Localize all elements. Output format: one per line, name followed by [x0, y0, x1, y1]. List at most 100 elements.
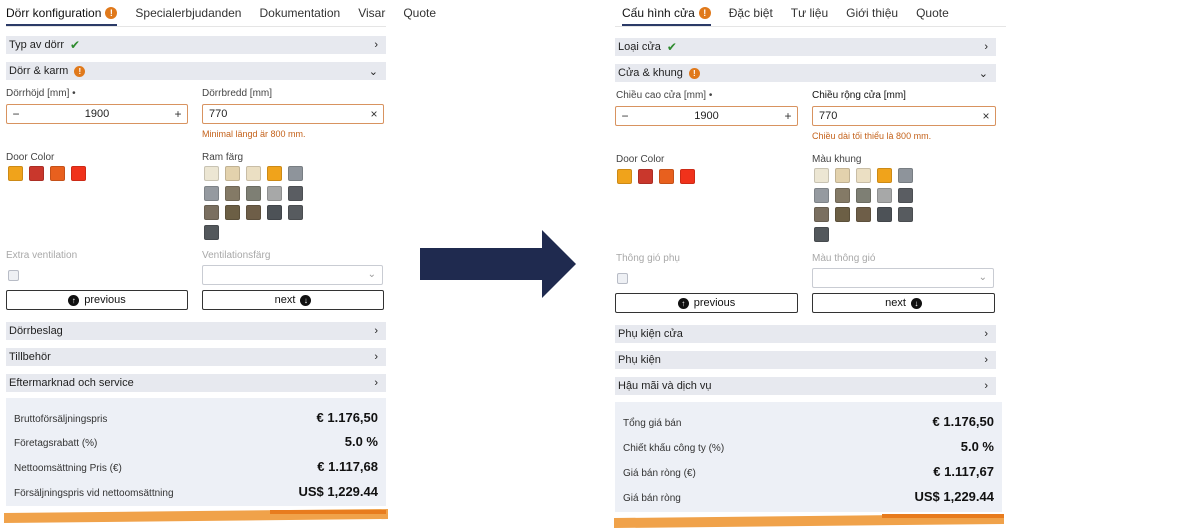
color-swatch[interactable] [877, 207, 892, 222]
color-swatch[interactable] [246, 185, 261, 201]
color-swatch[interactable] [246, 166, 261, 181]
color-swatch[interactable] [225, 205, 240, 220]
color-swatch[interactable] [267, 166, 282, 181]
color-swatch[interactable] [288, 185, 303, 201]
door-height-value[interactable]: 1900 [25, 108, 169, 120]
extra-ventilation-checkbox[interactable] [8, 270, 19, 281]
color-swatch[interactable] [617, 169, 632, 184]
next-label: next [885, 297, 906, 309]
previous-button[interactable]: ↑ previous [615, 293, 798, 313]
summary-value: 5.0 % [344, 434, 378, 449]
door-height-value[interactable]: 1900 [634, 110, 779, 122]
color-swatch[interactable] [814, 226, 829, 242]
color-swatch[interactable] [50, 166, 65, 181]
color-swatch[interactable] [267, 205, 282, 220]
tab-special-offers[interactable]: Đặc biệt [729, 6, 773, 20]
color-swatch[interactable] [659, 169, 674, 184]
door-width-value[interactable]: 770 [203, 108, 365, 120]
clear-icon[interactable]: × [977, 109, 995, 123]
door-height-stepper[interactable]: − 1900 + [6, 104, 188, 124]
section-label: Dörr & karm [9, 65, 69, 77]
section-door-frame[interactable]: Cửa & khung ! ⌄ [615, 64, 996, 82]
door-width-hint: Chiều dài tối thiểu là 800 mm. [812, 131, 932, 141]
section-label: Phụ kiện cửa [618, 328, 683, 340]
check-icon: ✔ [666, 40, 677, 54]
color-swatch[interactable] [204, 166, 219, 181]
next-button[interactable]: next ↓ [812, 293, 995, 313]
tab-showcase[interactable]: Visar [358, 6, 385, 20]
warning-icon: ! [698, 7, 711, 19]
previous-button[interactable]: ↑ previous [6, 290, 188, 310]
color-swatch[interactable] [225, 185, 240, 201]
color-swatch[interactable] [856, 187, 871, 203]
tab-showcase[interactable]: Giới thiệu [846, 6, 898, 20]
door-width-field[interactable]: 770 × [202, 104, 384, 124]
tab-quote[interactable]: Quote [916, 6, 949, 20]
color-swatch[interactable] [898, 168, 913, 183]
color-swatch[interactable] [877, 168, 892, 183]
extra-ventilation-checkbox[interactable] [617, 273, 628, 284]
color-swatch[interactable] [877, 187, 892, 203]
chevron-down-icon: ⌄ [978, 272, 987, 283]
color-swatch[interactable] [29, 166, 44, 181]
ventilation-color-select[interactable]: ⌄ [202, 265, 383, 285]
color-swatch[interactable] [814, 187, 829, 203]
decrement-button[interactable]: − [616, 109, 634, 123]
previous-label: previous [693, 297, 736, 309]
color-swatch[interactable] [835, 207, 850, 222]
color-swatch[interactable] [898, 207, 913, 222]
color-swatch[interactable] [246, 205, 261, 220]
tab-special-offers[interactable]: Specialerbjudanden [135, 6, 241, 20]
summary-row: Nettoomsättning Pris (€) € 1.117,68 [14, 459, 378, 474]
section-door-fittings[interactable]: Phụ kiện cửa › [615, 325, 996, 343]
increment-button[interactable]: + [169, 107, 187, 121]
section-door-type[interactable]: Typ av dörr ✔ › [6, 36, 386, 54]
color-swatch[interactable] [288, 205, 303, 220]
color-swatch[interactable] [8, 166, 23, 181]
clear-icon[interactable]: × [365, 107, 383, 121]
chevron-right-icon: › [984, 41, 988, 53]
tab-quote[interactable]: Quote [403, 6, 436, 20]
section-door-type[interactable]: Loại cửa ✔ › [615, 38, 996, 56]
tab-door-configuration[interactable]: Cấu hình cửa! [622, 6, 711, 26]
color-swatch[interactable] [204, 185, 219, 201]
color-swatch[interactable] [288, 166, 303, 181]
section-accessories[interactable]: Phụ kiện › [615, 351, 996, 369]
section-accessories[interactable]: Tillbehör › [6, 348, 386, 366]
door-height-stepper[interactable]: − 1900 + [615, 106, 798, 126]
section-label: Hậu mãi và dịch vụ [618, 380, 712, 392]
door-width-value[interactable]: 770 [813, 110, 977, 122]
section-door-fittings[interactable]: Dörrbeslag › [6, 322, 386, 340]
section-door-frame[interactable]: Dörr & karm ! ⌄ [6, 62, 386, 80]
color-swatch[interactable] [638, 169, 653, 184]
arrow-up-circle-icon: ↑ [677, 297, 689, 309]
color-swatch[interactable] [856, 207, 871, 222]
section-aftermarket-service[interactable]: Hậu mãi và dịch vụ › [615, 377, 996, 395]
tab-documentation[interactable]: Dokumentation [259, 6, 340, 20]
color-swatch[interactable] [680, 169, 695, 184]
color-swatch[interactable] [225, 166, 240, 181]
color-swatch[interactable] [204, 224, 219, 240]
door-width-hint: Minimal längd är 800 mm. [202, 129, 306, 139]
color-swatch[interactable] [898, 187, 913, 203]
chevron-down-icon: ⌄ [368, 65, 378, 78]
section-aftermarket-service[interactable]: Eftermarknad och service › [6, 374, 386, 392]
ventilation-color-select[interactable]: ⌄ [812, 268, 994, 288]
color-swatch[interactable] [814, 207, 829, 222]
increment-button[interactable]: + [779, 109, 797, 123]
door-width-field[interactable]: 770 × [812, 106, 996, 126]
color-swatch[interactable] [267, 185, 282, 201]
color-swatch[interactable] [204, 205, 219, 220]
color-swatch[interactable] [835, 168, 850, 183]
color-swatch[interactable] [71, 166, 86, 181]
tab-documentation[interactable]: Tư liệu [791, 6, 828, 20]
tab-door-configuration[interactable]: Dörr konfiguration! [6, 6, 118, 26]
next-button[interactable]: next ↓ [202, 290, 384, 310]
color-swatch[interactable] [856, 168, 871, 183]
decrement-button[interactable]: − [7, 107, 25, 121]
extra-ventilation-label: Extra ventilation [6, 250, 78, 261]
door-width-label: Chiều rộng cửa [mm] [812, 90, 906, 101]
summary-row: Försäljningspris vid nettoomsättning US$… [14, 484, 378, 499]
color-swatch[interactable] [814, 168, 829, 183]
color-swatch[interactable] [835, 187, 850, 203]
